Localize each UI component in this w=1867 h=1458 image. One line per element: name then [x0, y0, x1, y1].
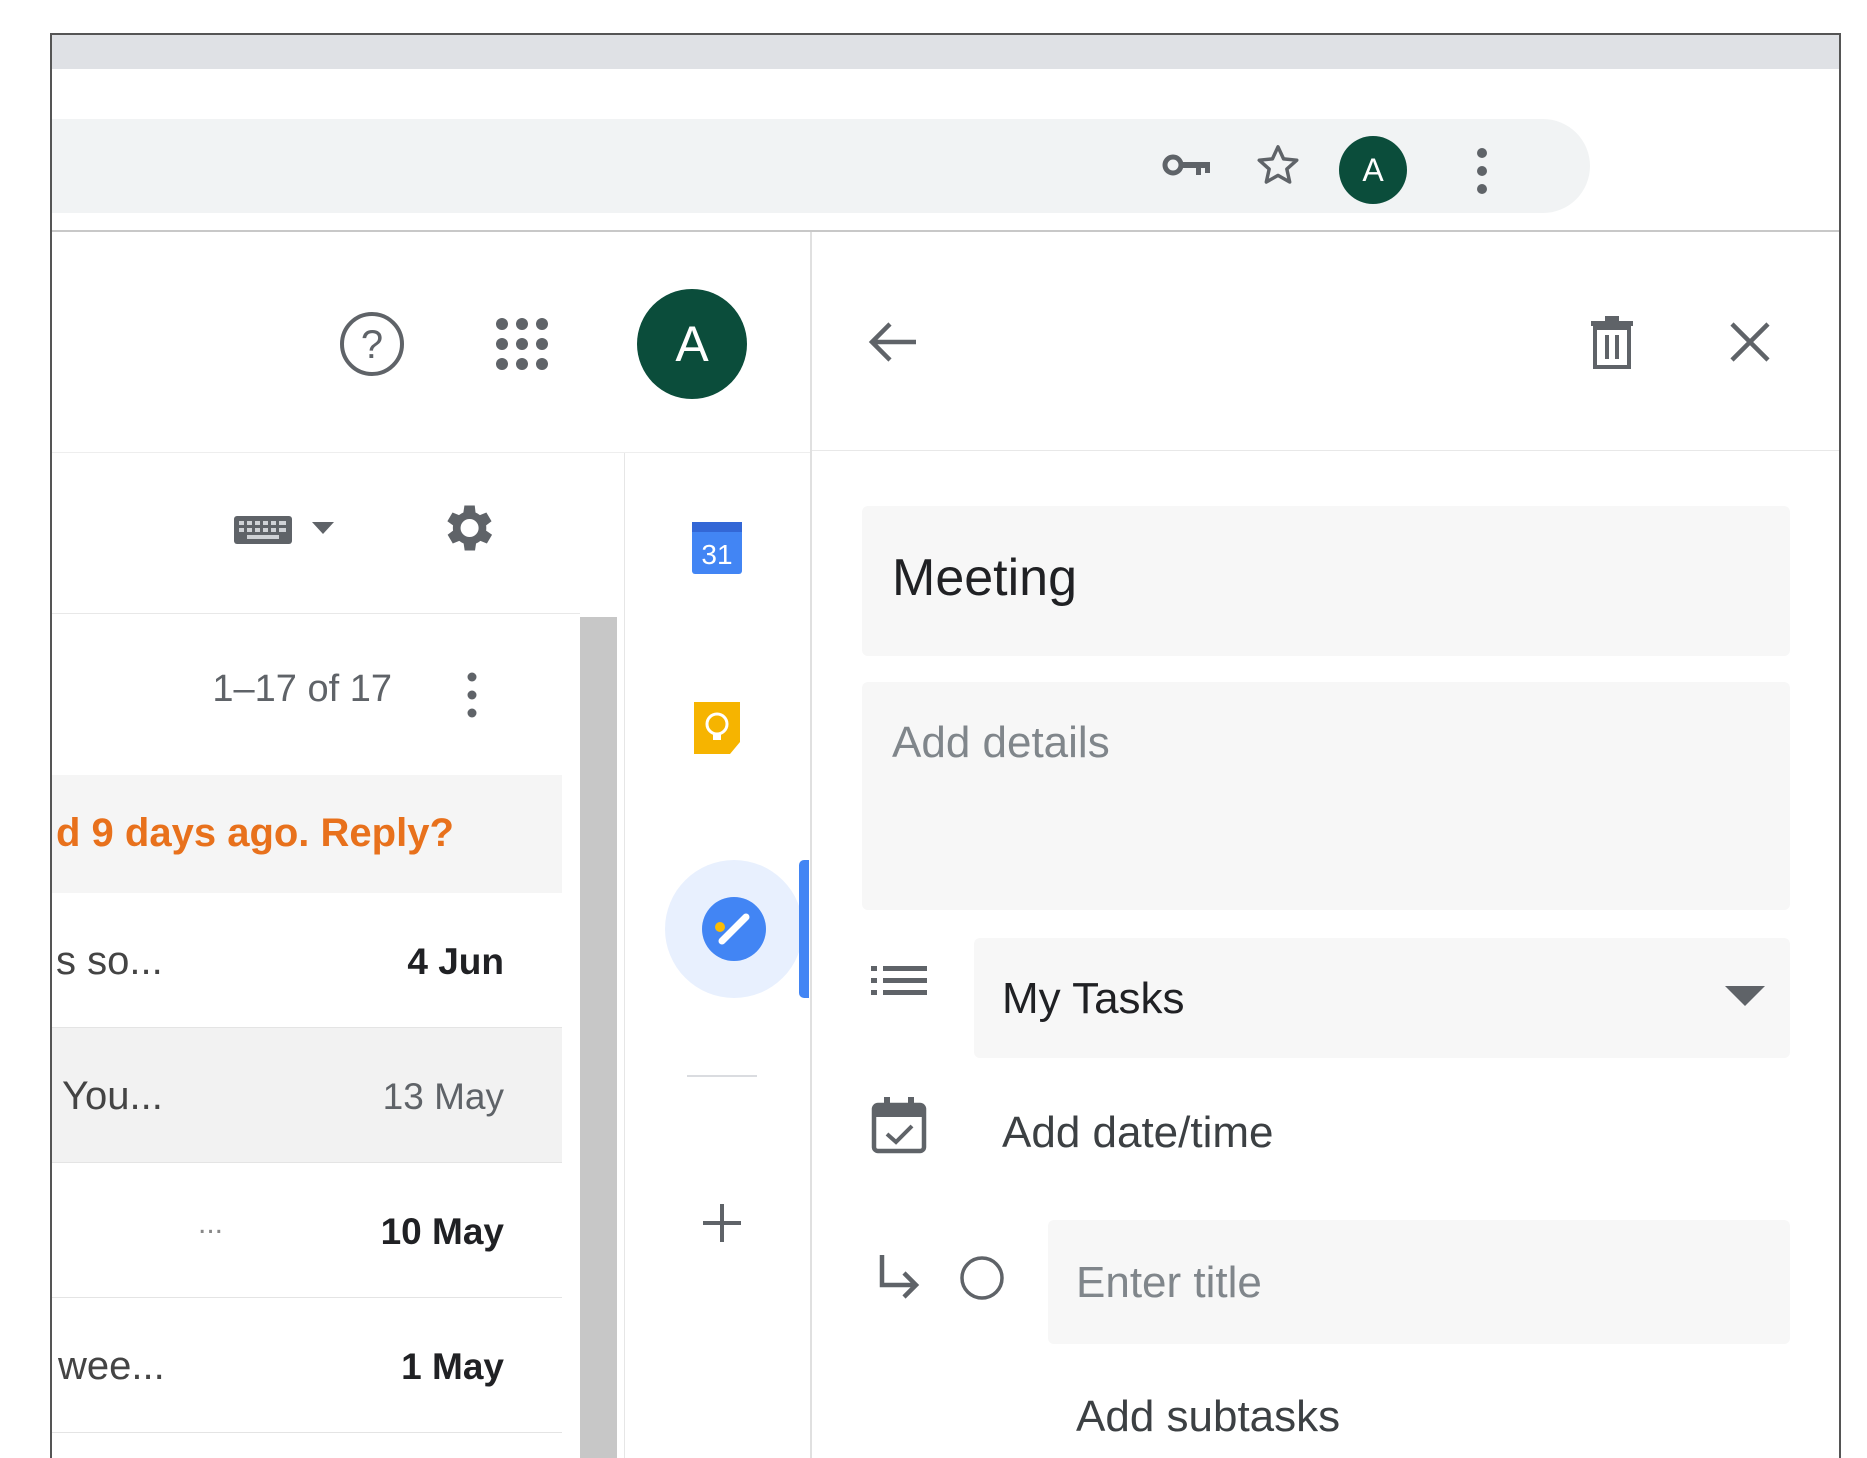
- gmail-profile-avatar[interactable]: A: [637, 289, 747, 399]
- scrollbar[interactable]: [580, 617, 617, 1458]
- add-date-time-button[interactable]: Add date/time: [974, 1092, 1294, 1172]
- table-row[interactable]: ... 10 May: [52, 1163, 562, 1297]
- help-icon[interactable]: ?: [332, 304, 412, 384]
- divider: [52, 613, 580, 614]
- back-arrow-icon[interactable]: [852, 302, 932, 382]
- tasks-app-icon[interactable]: [665, 860, 803, 998]
- more-vert-icon[interactable]: [1452, 131, 1512, 211]
- row-snippet: ...: [198, 1207, 224, 1240]
- active-indicator: [799, 860, 809, 998]
- task-list-select[interactable]: My Tasks: [974, 938, 1790, 1058]
- add-subtasks-label: Add subtasks: [1076, 1392, 1341, 1441]
- plus-icon[interactable]: [687, 1188, 757, 1258]
- calendar-icon: [866, 1090, 932, 1160]
- apps-grid-icon[interactable]: [482, 304, 562, 384]
- task-title-input[interactable]: Meeting: [862, 506, 1790, 656]
- gmail-header: ? A: [52, 232, 810, 453]
- add-subtasks-button[interactable]: Add subtasks: [1048, 1372, 1388, 1452]
- keep-app-icon[interactable]: [677, 688, 757, 768]
- add-date-time-label: Add date/time: [1002, 1108, 1274, 1157]
- side-panel-rail: 31: [624, 453, 811, 1458]
- table-row[interactable]: You... 13 May: [52, 1028, 562, 1162]
- row-date: 1 May: [401, 1346, 504, 1387]
- browser-profile-avatar[interactable]: A: [1339, 136, 1407, 204]
- task-details-input[interactable]: Add details: [862, 682, 1790, 910]
- divider: [687, 1075, 757, 1077]
- nudge-row[interactable]: d 9 days ago. Reply?: [52, 775, 562, 893]
- details-placeholder: Add details: [892, 718, 1110, 767]
- subtask-arrow-icon: [866, 1242, 932, 1312]
- task-title-text: Meeting: [892, 549, 1077, 607]
- subtask-title-input[interactable]: Enter title: [1048, 1220, 1790, 1344]
- list-select-value: My Tasks: [1002, 974, 1185, 1023]
- pagination-count: 1–17 of 17: [212, 668, 392, 710]
- divider: [52, 1432, 562, 1433]
- task-details-panel: Meeting Add details My Tasks Add date/ti…: [810, 232, 1839, 1458]
- close-icon[interactable]: [1710, 302, 1790, 382]
- mail-list-area: 1–17 of 17 d 9 days ago. Reply? s so... …: [52, 453, 624, 1458]
- row-snippet: s so...: [56, 939, 163, 983]
- row-snippet: wee...: [58, 1344, 165, 1388]
- table-row[interactable]: wee... 1 May: [52, 1298, 562, 1432]
- subtask-placeholder: Enter title: [1076, 1258, 1262, 1307]
- list-icon: [866, 948, 932, 1014]
- delete-icon[interactable]: [1572, 302, 1652, 382]
- dropdown-arrow-icon[interactable]: [308, 513, 338, 543]
- svg-text:?: ?: [361, 323, 383, 367]
- browser-window: A ? A 1–17 of 17 d 9 days ago. Reply? s …: [50, 33, 1841, 1458]
- nudge-text: d 9 days ago. Reply?: [56, 811, 454, 855]
- row-snippet: You...: [62, 1074, 163, 1118]
- keyboard-icon[interactable]: [230, 505, 296, 555]
- key-icon[interactable]: [1152, 129, 1224, 201]
- table-row[interactable]: s so... 4 Jun: [52, 893, 562, 1027]
- calendar-app-icon[interactable]: 31: [677, 508, 757, 588]
- more-vert-icon[interactable]: [452, 665, 492, 725]
- row-date: 13 May: [382, 1076, 504, 1117]
- dropdown-arrow-icon: [1720, 976, 1770, 1016]
- row-date: 4 Jun: [407, 941, 504, 982]
- divider: [812, 450, 1839, 451]
- star-icon[interactable]: [1240, 127, 1316, 203]
- settings-gear-icon[interactable]: [432, 493, 502, 563]
- subtask-checkbox-circle[interactable]: [952, 1248, 1012, 1308]
- browser-toolbar: A: [52, 69, 1839, 232]
- tab-strip: [52, 35, 1839, 69]
- row-date: 10 May: [380, 1211, 504, 1252]
- calendar-day-label: 31: [701, 539, 732, 570]
